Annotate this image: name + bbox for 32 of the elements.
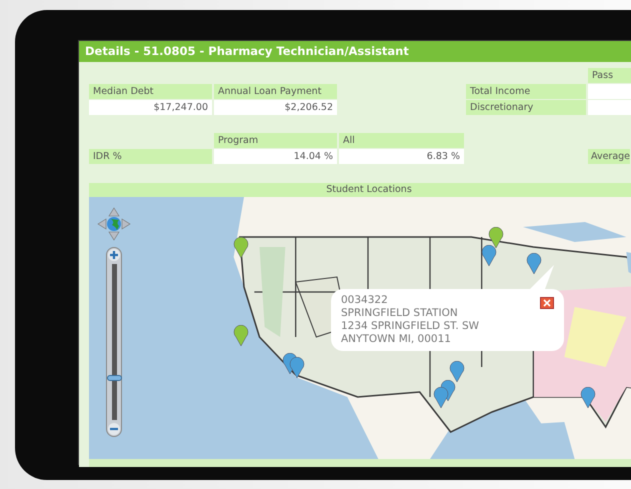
row-label: Discretionary xyxy=(466,100,586,115)
map-pin-icon[interactable] xyxy=(488,227,504,249)
popup-text: 1234 SPRINGFIELD ST. SW xyxy=(341,320,480,333)
zoom-thumb[interactable] xyxy=(106,375,122,381)
popup-text: SPRINGFIELD STATION xyxy=(341,307,459,320)
map-pin-icon[interactable] xyxy=(433,387,449,409)
column-header: Pass xyxy=(588,68,631,83)
map-pin-icon[interactable] xyxy=(481,245,497,267)
map-pin-icon[interactable] xyxy=(233,237,249,259)
map-pin-icon[interactable] xyxy=(526,253,542,275)
column-header: Annual Loan Payment xyxy=(214,84,337,99)
column-header: Average xyxy=(588,149,630,164)
map-pin-icon[interactable] xyxy=(289,357,305,379)
zoom-out-icon[interactable] xyxy=(108,423,120,435)
row-label: Total Income xyxy=(466,84,586,99)
table-cell: 6.83 % xyxy=(339,149,464,164)
map-pin-icon[interactable] xyxy=(449,361,465,383)
zoom-slider[interactable] xyxy=(106,247,122,437)
map-pin-icon[interactable] xyxy=(580,387,596,409)
table-cell: $2,206.52 xyxy=(214,100,337,115)
column-header: Median Debt xyxy=(89,84,212,99)
table-cell: 14.04 % xyxy=(214,149,337,164)
row-label: IDR % xyxy=(89,149,212,164)
table-cell: $17,247.00 xyxy=(89,100,212,115)
popup-text: 0034322 xyxy=(341,294,389,307)
close-icon[interactable] xyxy=(540,297,554,309)
map-title: Student Locations xyxy=(89,183,631,197)
popup-text: ANYTOWN MI, 00011 xyxy=(341,333,452,346)
column-header: All xyxy=(339,133,464,148)
zoom-in-icon[interactable] xyxy=(108,249,120,261)
column-header: Program xyxy=(214,133,337,148)
window-title: Details - 51.0805 - Pharmacy Technician/Assistant xyxy=(79,41,631,62)
